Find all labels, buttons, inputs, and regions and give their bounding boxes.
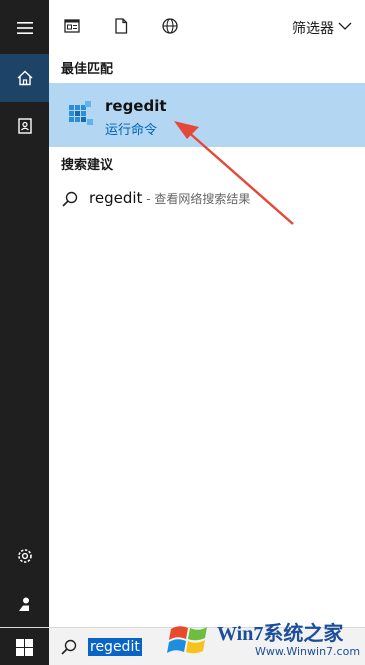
search-icon — [62, 191, 78, 207]
watermark-title: Win7系统之家 — [217, 623, 344, 645]
web-filter-button[interactable] — [160, 16, 180, 36]
sidebar — [0, 0, 49, 627]
search-toolbar: 筛选器 — [49, 0, 365, 52]
watermark-url: Www.Winwin7.com — [255, 645, 361, 658]
search-input[interactable]: regedit — [88, 638, 142, 656]
best-match-header: 最佳匹配 — [61, 62, 114, 77]
hamburger-menu-icon — [16, 22, 33, 34]
suggestion-text: regedit - 查看网络搜索结果 — [89, 189, 250, 207]
windows-start-icon — [16, 638, 33, 656]
home-icon — [17, 70, 32, 86]
suggestion-query: regedit — [89, 189, 143, 207]
news-filter-button[interactable] — [62, 16, 82, 36]
suggestion-hint: - 查看网络搜索结果 — [142, 192, 251, 206]
sidebar-item-settings[interactable] — [0, 532, 49, 580]
taskbar-search-icon[interactable] — [60, 638, 78, 656]
best-match-subtitle: 运行命令 — [105, 123, 158, 138]
best-match-item[interactable]: regedit 运行命令 — [49, 83, 365, 147]
best-match-title: regedit — [105, 97, 167, 115]
registry-editor-icon — [69, 101, 93, 125]
document-icon — [115, 18, 128, 34]
filter-dropdown[interactable]: 筛选器 — [292, 18, 334, 38]
sidebar-item-home[interactable] — [0, 54, 49, 102]
sidebar-item-notebook[interactable] — [0, 102, 49, 150]
settings-gear-icon — [17, 549, 32, 563]
globe-icon — [162, 18, 178, 34]
hamburger-menu-button[interactable] — [0, 4, 49, 52]
search-panel: 筛选器 最佳匹配 regedit 运行命令 搜索建议 regedit - 查看网… — [0, 0, 365, 665]
windows-logo-icon — [167, 626, 207, 654]
news-icon — [64, 19, 80, 33]
chevron-down-icon[interactable] — [337, 18, 353, 34]
notebook-icon — [17, 118, 32, 134]
document-filter-button[interactable] — [111, 16, 131, 36]
start-button[interactable] — [0, 628, 49, 665]
suggestion-item[interactable]: regedit - 查看网络搜索结果 — [49, 180, 365, 218]
search-suggestions-header: 搜索建议 — [61, 158, 114, 173]
watermark: Win7系统之家 Www.Winwin7.com — [165, 615, 365, 665]
sidebar-item-user[interactable] — [0, 580, 49, 628]
user-icon — [18, 597, 29, 611]
